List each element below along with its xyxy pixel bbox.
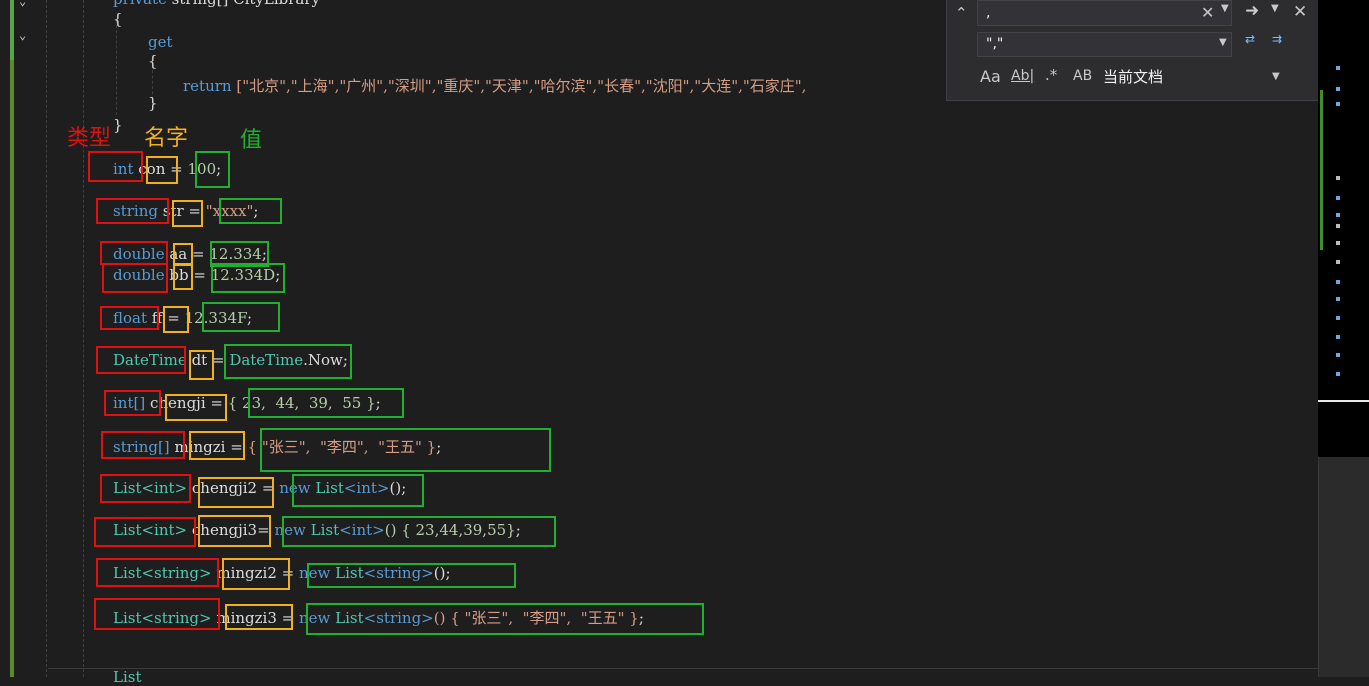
type-highlight-box (94, 598, 220, 630)
name-highlight-box (165, 394, 227, 421)
minimap-mark (1336, 224, 1340, 228)
replace-input[interactable]: "," (977, 32, 1232, 57)
type-annotation: 类型 (67, 126, 112, 151)
indent-guide (46, 0, 47, 677)
minimap-mark (1336, 297, 1340, 301)
code-line[interactable]: get (148, 33, 173, 51)
type-highlight-box (96, 558, 219, 587)
minimap-mark (1336, 176, 1340, 180)
name-highlight-box (225, 604, 293, 630)
chevron-down-icon[interactable]: ▼ (1219, 37, 1227, 48)
match-case-icon[interactable]: Aa (980, 67, 1001, 86)
name-highlight-box (189, 350, 214, 380)
type-highlight-box (94, 517, 196, 547)
chevron-down-icon[interactable]: ▼ (1272, 71, 1280, 82)
scroll-thumb-line[interactable] (1318, 400, 1369, 402)
code-line[interactable]: private string[] CityLibrary (113, 0, 320, 8)
whole-word-icon[interactable]: Ab| (1011, 68, 1034, 84)
indent-guide (116, 20, 117, 115)
name-highlight-box (189, 431, 245, 460)
minimap-mark (1336, 241, 1340, 245)
minimap-mark (1336, 102, 1340, 106)
type-highlight-box (102, 263, 168, 293)
value-highlight-box (224, 344, 352, 379)
chevron-down-icon[interactable]: ▼ (1271, 3, 1279, 14)
minimap-mark (1336, 353, 1340, 357)
code-line[interactable]: { (113, 10, 123, 28)
minimap-mark (1336, 280, 1340, 284)
type-highlight-box (96, 198, 169, 224)
indent-guide (83, 0, 84, 677)
type-highlight-box (101, 431, 185, 459)
code-line[interactable]: return ["北京","上海","广州","深圳","重庆","天津","哈… (183, 75, 806, 96)
saved-change-bar (10, 0, 14, 60)
replace-next-icon[interactable]: ⇄ (1245, 32, 1255, 46)
minimap-mark (1336, 66, 1340, 70)
code-line[interactable]: } (148, 94, 158, 112)
regex-icon[interactable]: .* (1045, 66, 1057, 84)
value-highlight-box (307, 563, 516, 588)
value-highlight-box (211, 263, 285, 293)
close-icon[interactable]: ✕ (1201, 3, 1214, 22)
minimap-mark (1336, 335, 1340, 339)
chevron-down-icon[interactable]: ▼ (1221, 3, 1229, 14)
code-text: string[] CityLibrary (167, 0, 320, 8)
name-highlight-box (198, 477, 274, 508)
name-highlight-box (146, 156, 178, 184)
keyword: return (183, 77, 232, 95)
value-highlight-box (195, 151, 230, 188)
fold-chevron-icon[interactable]: ⌄ (19, 0, 26, 8)
separator (48, 668, 1318, 669)
search-scope-select[interactable]: 当前文档 (1103, 66, 1163, 87)
minimap-mark (1336, 316, 1340, 320)
value-highlight-box (260, 428, 551, 472)
type-highlight-box (88, 151, 143, 182)
type-highlight-box (100, 474, 191, 503)
fold-chevron-icon[interactable]: ⌄ (19, 28, 26, 42)
minimap-mark (1336, 260, 1340, 264)
change-bar (10, 0, 14, 677)
minimap-mark (1336, 372, 1340, 376)
value-annotation: 值 (240, 128, 263, 153)
type-highlight-box (104, 390, 161, 416)
name-annotation: 名字 (144, 126, 189, 151)
name-highlight-box (173, 243, 193, 265)
minimap-mark (1336, 213, 1340, 217)
keyword: private (113, 0, 167, 8)
type-highlight-box (96, 346, 186, 374)
value-highlight-box (219, 198, 282, 224)
minimap-mark (1336, 87, 1340, 91)
code-line[interactable]: } (113, 116, 123, 134)
minimap-change-bar (1320, 90, 1323, 250)
chevron-up-icon[interactable]: ⌃ (955, 4, 968, 22)
code-line[interactable]: { (148, 52, 158, 70)
value-highlight-box (202, 302, 280, 332)
close-icon[interactable]: ✕ (1293, 2, 1307, 22)
preserve-case-icon[interactable]: AB (1073, 68, 1092, 84)
type-highlight-box (100, 241, 168, 265)
find-replace-panel: ⌃ , ✕ ▼ ➜ ▼ ✕ "," ▼ ⇄ ⇉ Aa Ab| .* AB 当前文… (946, 0, 1319, 101)
name-highlight-box (222, 558, 290, 590)
editor-gutter: ⌄ ⌄ (0, 0, 48, 677)
value-highlight-box (248, 388, 404, 418)
minimap-viewport[interactable] (1318, 0, 1369, 457)
arrow-right-icon[interactable]: ➜ (1245, 1, 1259, 21)
code-line[interactable]: List (113, 668, 141, 686)
string-literal: ["北京","上海","广州","深圳","重庆","天津","哈尔滨","长春… (231, 77, 807, 95)
value-highlight-box (282, 516, 556, 547)
name-highlight-box (163, 306, 189, 333)
name-highlight-box (173, 264, 193, 290)
type-highlight-box (100, 306, 159, 330)
value-highlight-box (292, 474, 424, 507)
name-highlight-box (172, 200, 203, 227)
search-input[interactable]: , (977, 0, 1232, 26)
name-highlight-box (198, 515, 271, 547)
value-highlight-box (306, 603, 704, 635)
minimap-mark (1336, 196, 1340, 200)
replace-all-icon[interactable]: ⇉ (1272, 32, 1282, 46)
